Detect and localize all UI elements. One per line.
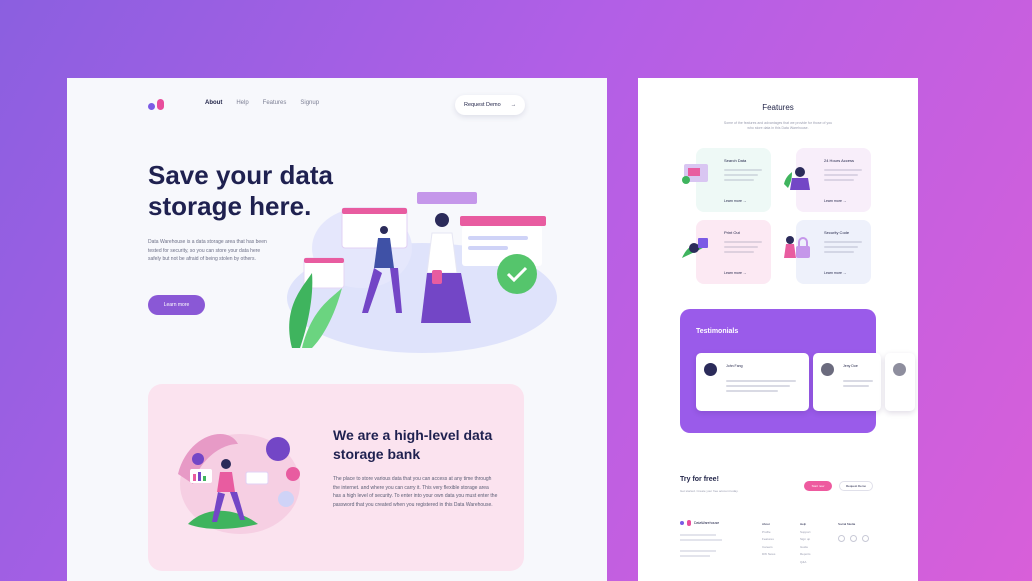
arrow-right-icon: → bbox=[742, 271, 747, 275]
request-demo-button[interactable]: Request Demo bbox=[839, 481, 873, 491]
hero-illustration bbox=[287, 192, 557, 353]
footer-link[interactable]: Guide bbox=[800, 544, 811, 552]
learn-more-link[interactable]: Learn more → bbox=[724, 199, 746, 203]
testimonial-card[interactable]: Jeny Doe bbox=[813, 353, 881, 411]
arrow-right-icon: → bbox=[842, 199, 847, 203]
feature-card-security[interactable]: Security Code Learn more → bbox=[784, 220, 871, 284]
footer-col-about: About Profile Features Careers DW News bbox=[762, 521, 775, 559]
search-data-icon bbox=[682, 164, 708, 184]
avatar bbox=[893, 363, 906, 376]
twitter-icon[interactable] bbox=[862, 535, 869, 542]
print-out-icon bbox=[682, 238, 708, 258]
features-title: Features bbox=[762, 103, 794, 112]
testimonials-title: Testimonials bbox=[696, 328, 739, 335]
feature-title: Print Out bbox=[724, 230, 740, 235]
feature-title: Search Data bbox=[724, 158, 747, 163]
nav-about[interactable]: About bbox=[205, 100, 222, 106]
learn-more-button[interactable]: Learn more bbox=[148, 295, 205, 315]
landing-page-preview: About Help Features Signup Request Demo … bbox=[67, 78, 607, 581]
features-page-preview: Features Some of the features and advant… bbox=[638, 78, 918, 581]
security-lock-icon bbox=[784, 236, 810, 258]
footer-link[interactable]: Sign up bbox=[800, 536, 811, 544]
footer-link[interactable]: Profile bbox=[762, 529, 775, 537]
learn-more-link[interactable]: Learn more → bbox=[824, 199, 846, 203]
arrow-right-icon: → bbox=[842, 271, 847, 275]
try-title: Try for free! bbox=[680, 476, 719, 483]
arrow-right-icon: → bbox=[742, 199, 747, 203]
feature-title: Security Code bbox=[824, 230, 850, 235]
footer-col-social: Social Media bbox=[838, 522, 856, 526]
request-demo-button[interactable]: Request Demo → bbox=[455, 95, 525, 115]
arrow-right-icon: → bbox=[510, 102, 517, 108]
instagram-icon[interactable] bbox=[838, 535, 845, 542]
avatar bbox=[821, 363, 834, 376]
about-title: We are a high-level data storage bank bbox=[333, 427, 493, 462]
about-section: We are a high-level data storage bank Th… bbox=[148, 384, 524, 571]
request-demo-label: Request Demo bbox=[464, 102, 501, 108]
access-24h-icon bbox=[784, 167, 810, 190]
footer-link[interactable]: Support bbox=[800, 529, 811, 537]
feature-card-search[interactable]: Search Data Learn more → bbox=[682, 148, 771, 212]
footer-address-line bbox=[680, 539, 722, 541]
avatar bbox=[704, 363, 717, 376]
nav-signup[interactable]: Signup bbox=[300, 100, 319, 106]
nav-help[interactable]: Help bbox=[236, 100, 248, 106]
main-nav: About Help Features Signup bbox=[205, 100, 319, 106]
feature-card-print[interactable]: Print Out Learn more → bbox=[682, 220, 771, 284]
footer-link[interactable]: Reports bbox=[800, 551, 811, 559]
start-now-button[interactable]: Start now bbox=[804, 481, 832, 491]
about-illustration bbox=[178, 434, 300, 534]
nav-features[interactable]: Features bbox=[263, 100, 287, 106]
learn-more-link[interactable]: Learn more → bbox=[724, 271, 746, 275]
footer-contact-line bbox=[680, 550, 716, 552]
footer-link[interactable]: DW News bbox=[762, 551, 775, 559]
testimonial-name: John Fang bbox=[726, 364, 743, 368]
footer-contact-line bbox=[680, 555, 710, 557]
testimonial-card[interactable]: John Fang bbox=[696, 353, 809, 411]
try-subtitle: Get started. Create your free account to… bbox=[680, 489, 739, 493]
features-subtitle: Some of the features and advantages that… bbox=[723, 121, 833, 130]
feature-title: 24 Hours Access bbox=[824, 158, 855, 163]
footer-brand-name: DataWarehouse bbox=[694, 521, 720, 525]
footer-link[interactable]: Careers bbox=[762, 544, 775, 552]
logo[interactable] bbox=[148, 99, 166, 111]
hero-description: Data Warehouse is a data storage area th… bbox=[148, 239, 267, 262]
learn-more-link[interactable]: Learn more → bbox=[824, 271, 846, 275]
about-description: The place to store various data that you… bbox=[333, 476, 498, 508]
feature-card-access[interactable]: 24 Hours Access Learn more → bbox=[784, 148, 871, 212]
testimonial-name: Jeny Doe bbox=[843, 364, 858, 368]
facebook-icon[interactable] bbox=[850, 535, 857, 542]
footer-col-help: Help Support Sign up Guide Reports Q&A bbox=[800, 521, 811, 566]
footer-logo[interactable]: DataWarehouse bbox=[680, 520, 719, 526]
testimonials-section: Testimonials John Fang Jeny Doe bbox=[680, 309, 915, 433]
footer-address-line bbox=[680, 534, 716, 536]
testimonial-card[interactable] bbox=[885, 353, 915, 411]
footer-link[interactable]: Features bbox=[762, 536, 775, 544]
footer-link[interactable]: Q&A bbox=[800, 559, 811, 567]
